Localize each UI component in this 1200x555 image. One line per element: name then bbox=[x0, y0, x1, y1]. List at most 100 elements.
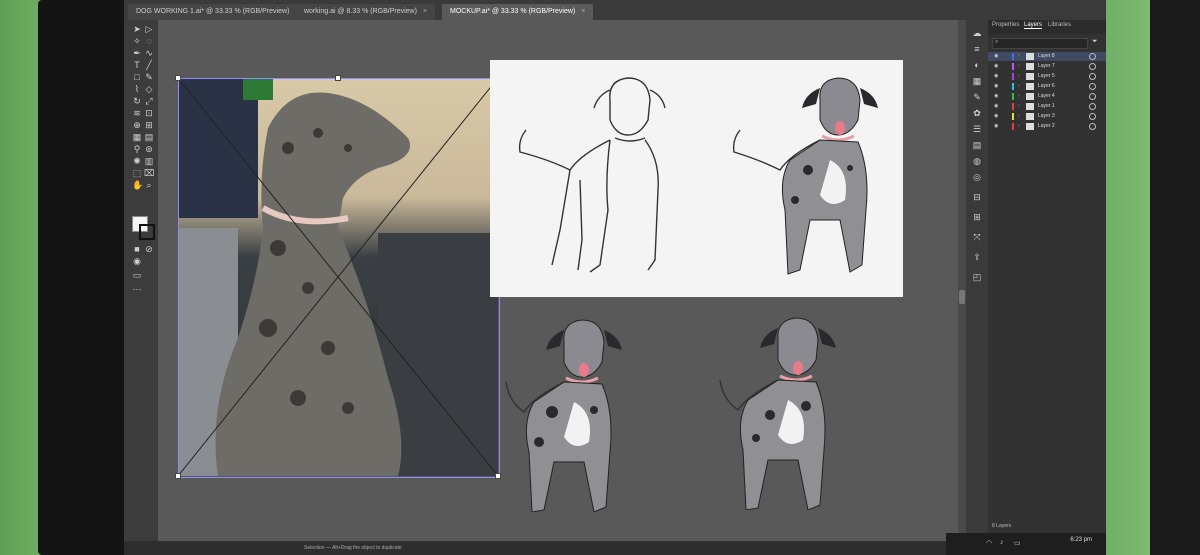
wifi-icon[interactable]: ◠ bbox=[986, 539, 992, 547]
perspective-icon[interactable]: ⊞ bbox=[144, 120, 154, 130]
tab-working[interactable]: working.ai @ 8.33 % (RGB/Preview) × bbox=[296, 4, 436, 20]
chevron-right-icon[interactable]: › bbox=[1018, 122, 1020, 131]
free-transform-icon[interactable]: ⊡ bbox=[144, 108, 154, 118]
chevron-right-icon[interactable]: › bbox=[1018, 102, 1020, 111]
tab-libraries[interactable]: Libraries bbox=[1048, 22, 1071, 28]
chevron-right-icon[interactable]: › bbox=[1018, 92, 1020, 101]
lasso-icon[interactable]: ◌ bbox=[144, 36, 154, 46]
tab-properties[interactable]: Properties bbox=[992, 22, 1019, 28]
rotate-icon[interactable]: ↻ bbox=[132, 96, 142, 106]
target-icon[interactable] bbox=[1089, 123, 1096, 130]
edit-toolbar-icon[interactable]: ⋯ bbox=[132, 284, 142, 294]
vertical-scrollbar[interactable] bbox=[958, 20, 966, 555]
scrollbar-thumb[interactable] bbox=[959, 290, 965, 304]
artboards-icon[interactable]: ◰ bbox=[972, 272, 982, 282]
transparency-icon[interactable]: ◍ bbox=[972, 156, 982, 166]
eye-icon[interactable]: ◉ bbox=[994, 102, 998, 111]
appearance-icon[interactable]: ◎ bbox=[972, 172, 982, 182]
layer-row[interactable]: ◉ › Layer 7 bbox=[988, 62, 1106, 71]
symbols-icon[interactable]: ✿ bbox=[972, 108, 982, 118]
curvature-icon[interactable]: ∿ bbox=[144, 48, 154, 58]
tab-mockup[interactable]: MOCKUP.ai* @ 33.33 % (RGB/Preview) × bbox=[442, 4, 594, 20]
brushes-icon[interactable]: ✎ bbox=[972, 92, 982, 102]
battery-icon[interactable]: ▭ bbox=[1014, 539, 1021, 547]
eye-icon[interactable]: ◉ bbox=[994, 112, 998, 121]
shaper-icon[interactable]: ⌇ bbox=[132, 84, 142, 94]
shape-builder-icon[interactable]: ⊕ bbox=[132, 120, 142, 130]
transform-handle[interactable] bbox=[175, 75, 181, 81]
chevron-right-icon[interactable]: › bbox=[1018, 72, 1020, 81]
blend-icon[interactable]: ⊚ bbox=[144, 144, 154, 154]
stroke-swatch[interactable] bbox=[139, 224, 155, 240]
eye-icon[interactable]: ◉ bbox=[994, 52, 998, 61]
eye-icon[interactable]: ◉ bbox=[994, 72, 998, 81]
eyedropper-icon[interactable]: ⚲ bbox=[132, 144, 142, 154]
layer-row[interactable]: ◉ › Layer 8 bbox=[988, 52, 1106, 61]
layer-row[interactable]: ◉ › Layer 5 bbox=[988, 72, 1106, 81]
target-icon[interactable] bbox=[1089, 83, 1096, 90]
zoom-tool-icon[interactable]: ⌕ bbox=[144, 180, 154, 190]
taskbar-clock[interactable]: 6:23 pm bbox=[1070, 536, 1092, 544]
eraser-icon[interactable]: ◇ bbox=[144, 84, 154, 94]
artboard-tool-icon[interactable]: ⬚ bbox=[132, 168, 142, 178]
graph-tool-icon[interactable]: ▥ bbox=[144, 156, 154, 166]
color-icon[interactable]: ◐ bbox=[972, 60, 982, 70]
screen-mode-icon[interactable]: ▭ bbox=[132, 270, 142, 280]
rectangle-tool-icon[interactable]: □ bbox=[132, 72, 142, 82]
canvas-area[interactable] bbox=[158, 20, 958, 555]
dog-variant-2[interactable] bbox=[718, 310, 878, 510]
align-icon[interactable]: ⊟ bbox=[972, 192, 982, 202]
layer-row[interactable]: ◉ › Layer 1 bbox=[988, 102, 1106, 111]
gradient-icon[interactable]: ▤ bbox=[144, 132, 154, 142]
chevron-right-icon[interactable]: › bbox=[1018, 62, 1020, 71]
pathfinder-icon[interactable]: ⊞ bbox=[972, 212, 982, 222]
none-color-icon[interactable]: ⊘ bbox=[144, 244, 154, 254]
eye-icon[interactable]: ◉ bbox=[994, 122, 998, 131]
tab-dog-working[interactable]: DOG WORKING 1.ai* @ 33.33 % (RGB/Preview… bbox=[128, 4, 308, 20]
width-tool-icon[interactable]: ≋ bbox=[132, 108, 142, 118]
scale-icon[interactable]: ⤢ bbox=[144, 96, 154, 106]
transform-icon[interactable]: ⤧ bbox=[972, 232, 982, 242]
stroke-icon[interactable]: ☰ bbox=[972, 124, 982, 134]
layer-row[interactable]: ◉ › Layer 6 bbox=[988, 82, 1106, 91]
layer-row[interactable]: ◉ › Layer 4 bbox=[988, 92, 1106, 101]
artboard[interactable] bbox=[490, 60, 903, 297]
gradient-panel-icon[interactable]: ▤ bbox=[972, 140, 982, 150]
eye-icon[interactable]: ◉ bbox=[994, 62, 998, 71]
close-icon[interactable]: × bbox=[581, 8, 585, 15]
transform-handle[interactable] bbox=[495, 473, 501, 479]
chevron-right-icon[interactable]: › bbox=[1018, 112, 1020, 121]
filter-icon[interactable]: ⏷ bbox=[1092, 38, 1098, 46]
properties-icon[interactable]: ≡ bbox=[972, 44, 982, 54]
draw-mode-icon[interactable]: ◉ bbox=[132, 256, 142, 266]
direct-selection-tool-icon[interactable]: ▷ bbox=[144, 24, 154, 34]
line-tool-icon[interactable]: ╱ bbox=[144, 60, 154, 70]
libraries-icon[interactable]: ☁ bbox=[972, 28, 982, 38]
dog-variant-1[interactable] bbox=[504, 312, 664, 512]
type-tool-icon[interactable]: T bbox=[132, 60, 142, 70]
volume-icon[interactable]: ♪ bbox=[1000, 539, 1004, 546]
eye-icon[interactable]: ◉ bbox=[994, 92, 998, 101]
paintbrush-icon[interactable]: ✎ bbox=[144, 72, 154, 82]
target-icon[interactable] bbox=[1089, 63, 1096, 70]
pen-tool-icon[interactable]: ✒ bbox=[132, 48, 142, 58]
layer-row[interactable]: ◉ › Layer 3 bbox=[988, 112, 1106, 121]
transform-handle[interactable] bbox=[175, 473, 181, 479]
color-mode-icon[interactable]: ■ bbox=[132, 244, 142, 254]
target-icon[interactable] bbox=[1089, 53, 1096, 60]
target-icon[interactable] bbox=[1089, 113, 1096, 120]
target-icon[interactable] bbox=[1089, 103, 1096, 110]
chevron-right-icon[interactable]: › bbox=[1018, 52, 1020, 61]
mesh-icon[interactable]: ▦ bbox=[132, 132, 142, 142]
chevron-right-icon[interactable]: › bbox=[1018, 82, 1020, 91]
target-icon[interactable] bbox=[1089, 73, 1096, 80]
layers-search-input[interactable]: ⌕ bbox=[992, 38, 1088, 49]
close-icon[interactable]: × bbox=[423, 8, 427, 15]
swatches-icon[interactable]: ▦ bbox=[972, 76, 982, 86]
hand-tool-icon[interactable]: ✋ bbox=[132, 180, 143, 190]
magic-wand-icon[interactable]: ✧ bbox=[132, 36, 142, 46]
slice-tool-icon[interactable]: ⌧ bbox=[144, 168, 154, 178]
target-icon[interactable] bbox=[1089, 93, 1096, 100]
selection-tool-icon[interactable]: ➤ bbox=[132, 24, 142, 34]
transform-handle[interactable] bbox=[335, 75, 341, 81]
